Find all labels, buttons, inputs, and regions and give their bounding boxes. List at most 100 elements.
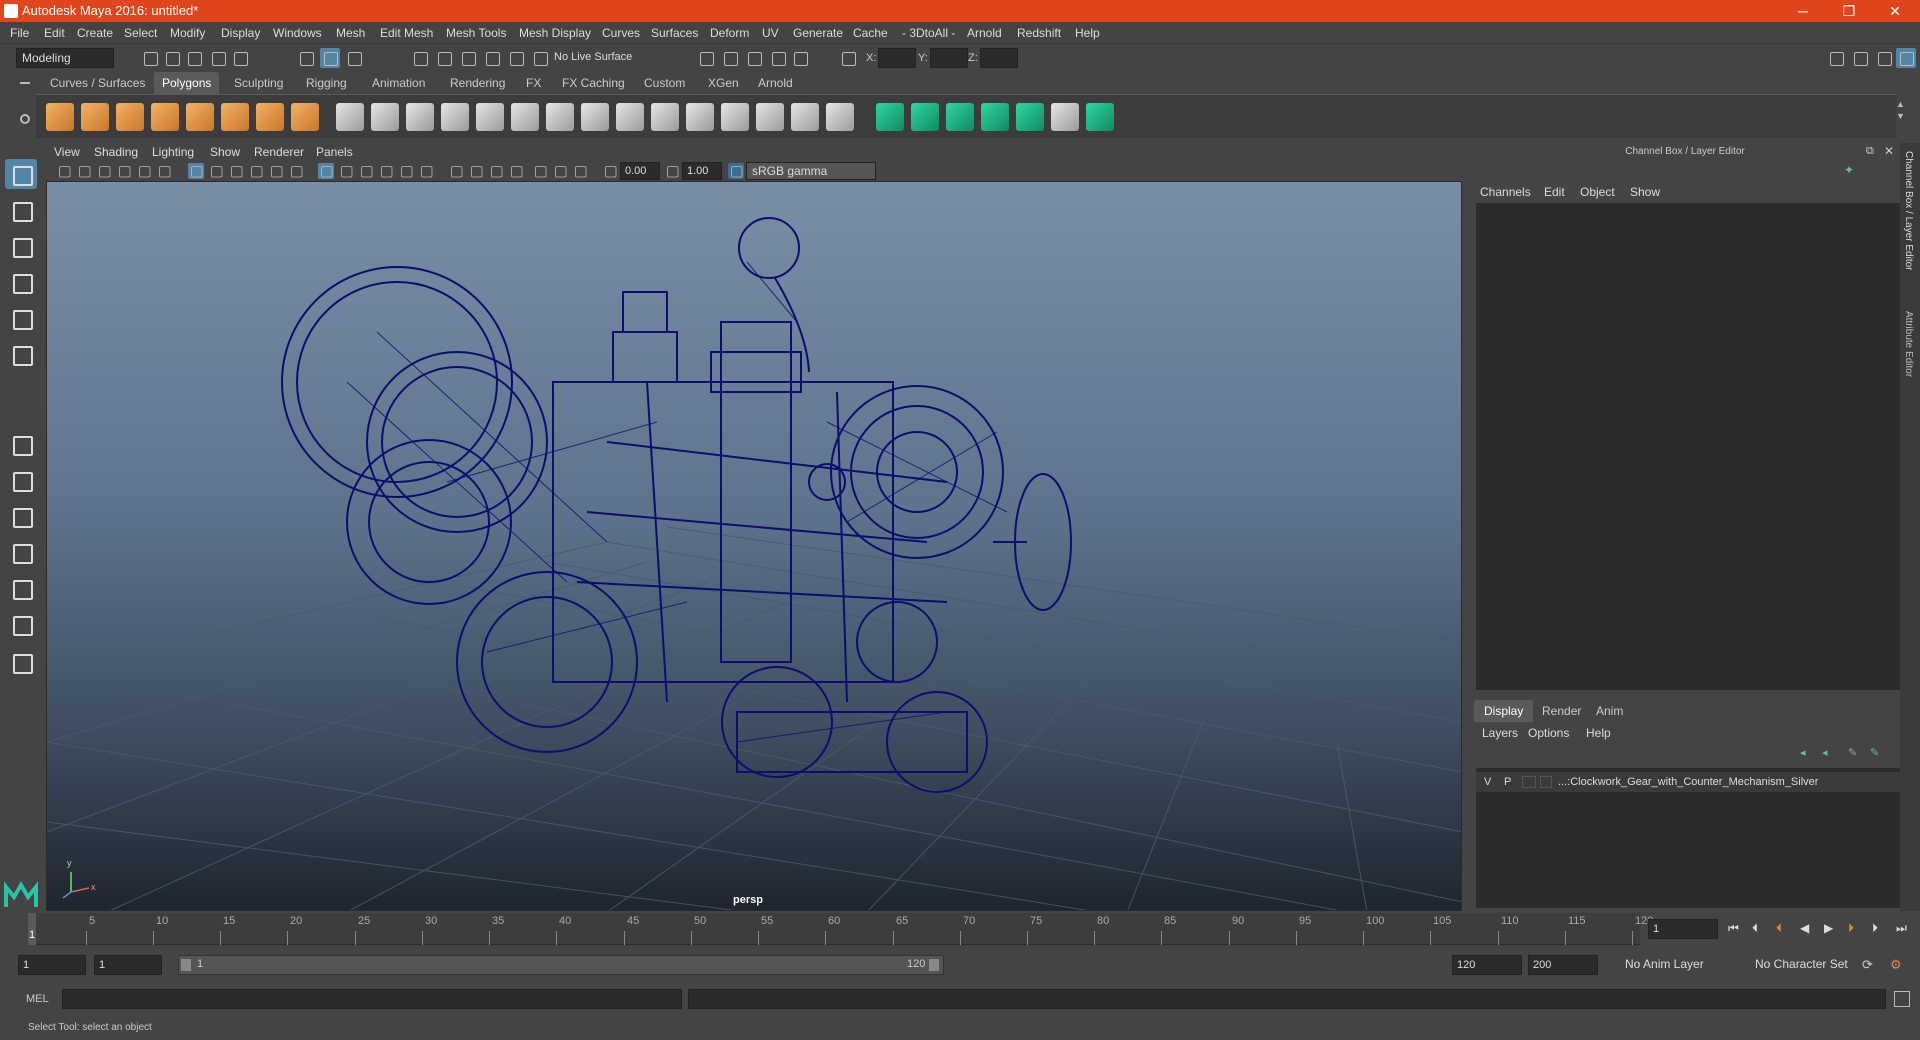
float-panel-icon[interactable]: ⧉ (1866, 145, 1874, 158)
poly-torus-icon[interactable] (221, 103, 249, 131)
animation-start-field[interactable]: 1 (18, 955, 86, 975)
menu-cache[interactable]: Cache (853, 26, 888, 40)
poly-cube-icon[interactable] (81, 103, 109, 131)
outliner-layout-icon[interactable] (5, 501, 37, 531)
side-tab-channel-box[interactable]: Channel Box / Layer Editor (1903, 151, 1914, 271)
combine-icon[interactable] (336, 103, 364, 131)
step-forward-key-icon[interactable]: ⏵ (1872, 921, 1878, 936)
layer-menu-layers[interactable]: Layers (1482, 726, 1518, 740)
separate-icon[interactable] (371, 103, 399, 131)
safe-action-icon[interactable] (288, 163, 304, 179)
panel-menu-view[interactable]: View (54, 145, 80, 159)
smooth-shade-icon[interactable] (338, 163, 354, 179)
paint-select-tool-icon[interactable] (5, 231, 37, 261)
xray-joints-icon[interactable] (572, 163, 588, 179)
tab-xgen[interactable]: XGen (700, 72, 747, 94)
side-tab-attribute-editor[interactable]: Attribute Editor (1903, 311, 1914, 377)
menu-3dtoall[interactable]: - 3DtoAll - (902, 26, 955, 40)
layer-name[interactable]: ...:Clockwork_Gear_with_Counter_Mechanis… (1558, 772, 1818, 792)
uv-layout-icon[interactable] (1086, 103, 1114, 131)
cb-menu-object[interactable]: Object (1580, 185, 1615, 199)
menu-modify[interactable]: Modify (170, 26, 205, 40)
new-layer-icon[interactable]: ✎ (1848, 746, 1864, 760)
animation-end-field[interactable]: 200 (1528, 955, 1598, 975)
menu-curves[interactable]: Curves (602, 26, 640, 40)
menu-arnold[interactable]: Arnold (967, 26, 1002, 40)
menu-file[interactable]: File (10, 26, 29, 40)
go-to-end-icon[interactable]: ⏭ (1896, 921, 1907, 936)
xray-icon[interactable] (552, 163, 568, 179)
menu-uv[interactable]: UV (762, 26, 779, 40)
menu-create[interactable]: Create (77, 26, 113, 40)
resolution-gate-icon[interactable] (228, 163, 244, 179)
poly-plane-icon[interactable] (186, 103, 214, 131)
menu-mesh[interactable]: Mesh (336, 26, 365, 40)
insert-edge-loop-icon[interactable] (686, 103, 714, 131)
mode-selector[interactable]: Modeling (16, 48, 114, 68)
undo-icon[interactable] (208, 48, 228, 68)
snap-view-plane-icon[interactable] (482, 48, 502, 68)
tab-arnold[interactable]: Arnold (750, 72, 801, 94)
command-input[interactable] (62, 989, 682, 1009)
field-chart-icon[interactable] (268, 163, 284, 179)
step-back-frame-icon[interactable]: ⏴ (1776, 921, 1782, 936)
bridge-icon[interactable] (616, 103, 644, 131)
channel-box-options-icon[interactable]: ✦ (1844, 163, 1854, 177)
bookmark-icon[interactable] (96, 163, 112, 179)
new-layer-selected-icon[interactable]: ✎ (1870, 746, 1886, 760)
tab-curves-surfaces[interactable]: Curves / Surfaces (42, 72, 153, 94)
layer-row[interactable]: V P ...:Clockwork_Gear_with_Counter_Mech… (1476, 772, 1900, 792)
go-to-start-icon[interactable]: ⏮ (1728, 921, 1739, 936)
shadows-icon[interactable] (418, 163, 434, 179)
menu-mesh-tools[interactable]: Mesh Tools (446, 26, 506, 40)
attribute-editor-toggle-icon[interactable] (1850, 48, 1870, 68)
snap-grid-icon[interactable] (410, 48, 430, 68)
channel-box-area[interactable] (1476, 203, 1900, 690)
depth-of-field-icon[interactable] (508, 163, 524, 179)
menu-mesh-display[interactable]: Mesh Display (519, 26, 591, 40)
screen-space-ao-icon[interactable] (448, 163, 464, 179)
panel-menu-renderer[interactable]: Renderer (254, 145, 304, 159)
select-object-icon[interactable] (320, 48, 340, 68)
maximize-button[interactable]: ❐ (1826, 0, 1872, 22)
panel-menu-shading[interactable]: Shading (94, 145, 138, 159)
mirror-icon[interactable] (511, 103, 539, 131)
play-backwards-icon[interactable]: ◀ (1800, 921, 1809, 935)
transform-mode-icon[interactable] (838, 48, 858, 68)
shelf-scroll-down-icon[interactable]: ▼ (1896, 111, 1905, 121)
snap-live-icon[interactable] (530, 48, 550, 68)
cb-menu-show[interactable]: Show (1630, 185, 1660, 199)
menu-surfaces[interactable]: Surfaces (651, 26, 698, 40)
merge-icon[interactable] (791, 103, 819, 131)
new-scene-icon[interactable] (140, 48, 160, 68)
save-scene-icon[interactable] (184, 48, 204, 68)
playback-end-field[interactable]: 120 (1452, 955, 1522, 975)
select-hierarchy-icon[interactable] (296, 48, 316, 68)
command-language-label[interactable]: MEL (26, 993, 49, 1005)
redo-icon[interactable] (230, 48, 250, 68)
cb-menu-channels[interactable]: Channels (1480, 185, 1531, 199)
minimize-button[interactable]: ─ (1780, 0, 1826, 22)
fill-hole-icon[interactable] (756, 103, 784, 131)
planar-uv-icon[interactable] (876, 103, 904, 131)
menu-redshift[interactable]: Redshift (1017, 26, 1061, 40)
textured-icon[interactable] (378, 163, 394, 179)
poly-sphere-icon[interactable] (46, 103, 74, 131)
wireframe-icon[interactable] (318, 163, 334, 179)
character-set-dropdown[interactable]: No Character Set (1750, 955, 1870, 975)
exposure-icon[interactable] (602, 163, 618, 179)
open-scene-icon[interactable] (162, 48, 182, 68)
step-back-key-icon[interactable]: ⏴ (1752, 921, 1758, 936)
extrude-icon[interactable] (581, 103, 609, 131)
range-start-handle[interactable] (181, 959, 191, 971)
panel-menu-show[interactable]: Show (210, 145, 240, 159)
layer-tab-display[interactable]: Display (1474, 700, 1534, 722)
render-current-icon[interactable] (720, 48, 740, 68)
film-gate-icon[interactable] (208, 163, 224, 179)
move-layer-down-icon[interactable]: ◂ (1822, 746, 1838, 760)
time-slider[interactable]: 1 5 10 15 20 25 30 35 40 45 50 55 60 65 70 75 80 85 90 95 1… (0, 913, 1920, 945)
close-button[interactable]: ✕ (1872, 0, 1918, 22)
anti-aliasing-icon[interactable] (488, 163, 504, 179)
auto-key-icon[interactable]: ⟳ (1862, 957, 1873, 973)
exposure-field[interactable]: 0.00 (620, 162, 660, 180)
